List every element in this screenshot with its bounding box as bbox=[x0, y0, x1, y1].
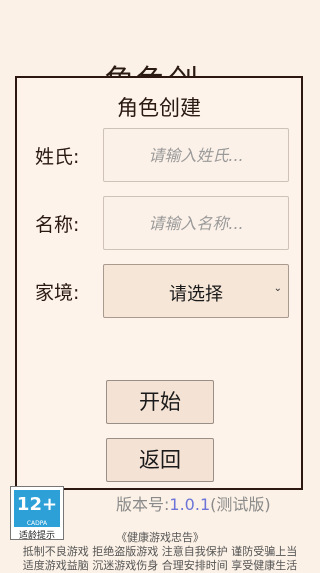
health-notice-line-2: 适度游戏益脑 沉迷游戏伤身 合理安排时间 享受健康生活 bbox=[22, 559, 298, 572]
back-button[interactable]: 返回 bbox=[106, 438, 214, 482]
name-label: 名称: bbox=[35, 214, 80, 236]
name-input[interactable] bbox=[104, 197, 288, 249]
age-rating-org: CADPA bbox=[14, 520, 60, 527]
character-creation-dialog: 角色创建 姓氏: 名称: 家境: 请选择 ⌄ 开始 返回 bbox=[15, 76, 303, 490]
family-select-value: 请选择 bbox=[169, 284, 223, 305]
chevron-down-icon: ⌄ bbox=[273, 283, 282, 294]
version-suffix: (测试版) bbox=[210, 495, 271, 514]
age-rating-value: 12+ bbox=[14, 490, 60, 520]
start-button[interactable]: 开始 bbox=[106, 380, 214, 424]
name-field[interactable] bbox=[103, 196, 289, 250]
surname-label: 姓氏: bbox=[35, 146, 80, 168]
dialog-title: 角色创建 bbox=[117, 96, 201, 120]
version-prefix: 版本号: bbox=[116, 495, 170, 514]
family-select[interactable]: 请选择 ⌄ bbox=[103, 264, 289, 318]
surname-field[interactable] bbox=[103, 128, 289, 182]
surname-input[interactable] bbox=[104, 129, 288, 181]
version-number: 1.0.1 bbox=[169, 495, 211, 514]
version-text: 版本号:1.0.1(测试版) bbox=[116, 491, 271, 515]
family-label: 家境: bbox=[35, 282, 80, 304]
